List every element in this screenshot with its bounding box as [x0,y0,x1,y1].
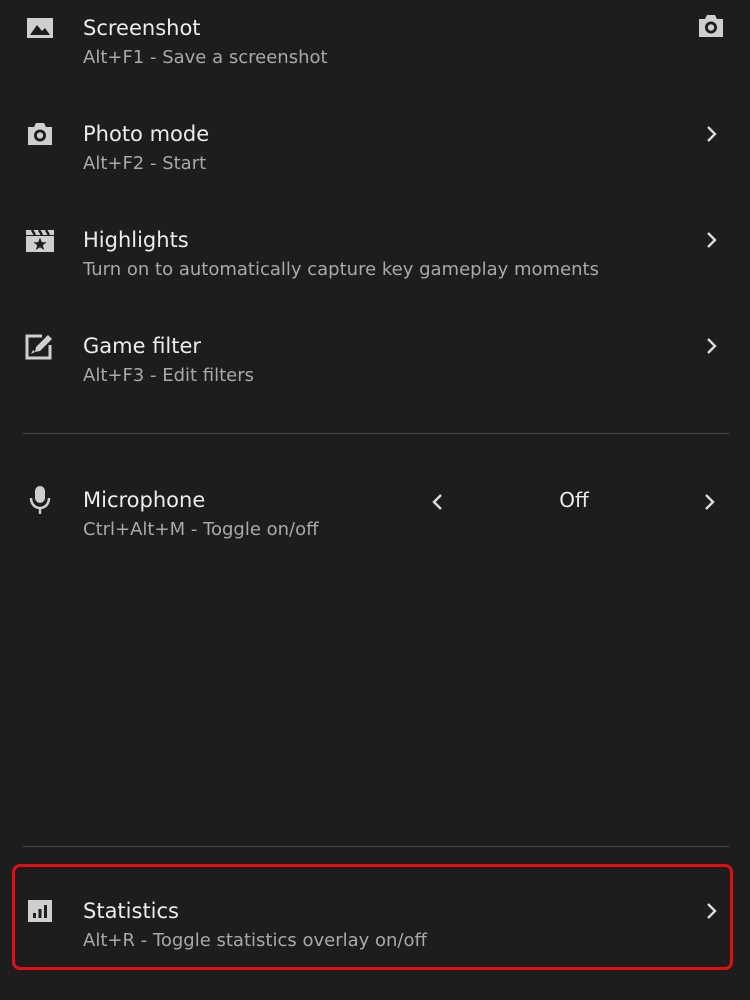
statistics-title: Statistics [83,899,179,923]
chevron-right-icon[interactable] [700,228,724,252]
game-filter-subtitle: Alt+F3 - Edit filters [83,365,255,386]
highlights-subtitle: Turn on to automatically capture key gam… [83,259,599,280]
microphone-value: Off [559,488,589,512]
camera-icon [24,118,56,150]
highlights-title: Highlights [83,228,189,252]
overlay-panel: Screenshot Alt+F1 - Save a screenshot Ph… [0,0,750,1000]
photo-mode-row[interactable]: Photo mode Alt+F2 - Start [0,110,750,182]
section-divider [23,433,729,434]
statistics-row[interactable]: Statistics Alt+R - Toggle statistics ove… [0,887,750,959]
chevron-right-icon[interactable] [700,122,724,146]
chevron-right-icon[interactable] [700,899,724,923]
microphone-icon [24,484,56,516]
chevron-left-icon[interactable] [426,490,450,514]
screenshot-subtitle: Alt+F1 - Save a screenshot [83,47,328,68]
photo-mode-title: Photo mode [83,122,210,146]
highlights-row[interactable]: Highlights Turn on to automatically capt… [0,216,750,288]
clapperboard-star-icon [24,224,56,256]
game-filter-row[interactable]: Game filter Alt+F3 - Edit filters [0,322,750,394]
photo-mode-subtitle: Alt+F2 - Start [83,153,207,174]
screenshot-title: Screenshot [83,16,201,40]
microphone-subtitle: Ctrl+Alt+M - Toggle on/off [83,519,319,540]
chevron-right-icon[interactable] [700,334,724,358]
screenshot-row[interactable]: Screenshot Alt+F1 - Save a screenshot [0,4,750,76]
microphone-title: Microphone [83,488,206,512]
camera-icon[interactable] [696,12,726,40]
image-icon [24,12,56,44]
statistics-subtitle: Alt+R - Toggle statistics overlay on/off [83,930,427,951]
chevron-right-icon[interactable] [698,490,722,514]
edit-filter-icon [24,330,56,362]
section-divider [23,846,729,847]
game-filter-title: Game filter [83,334,202,358]
microphone-row[interactable]: Microphone Ctrl+Alt+M - Toggle on/off Of… [0,476,750,548]
bar-chart-icon [24,895,56,927]
